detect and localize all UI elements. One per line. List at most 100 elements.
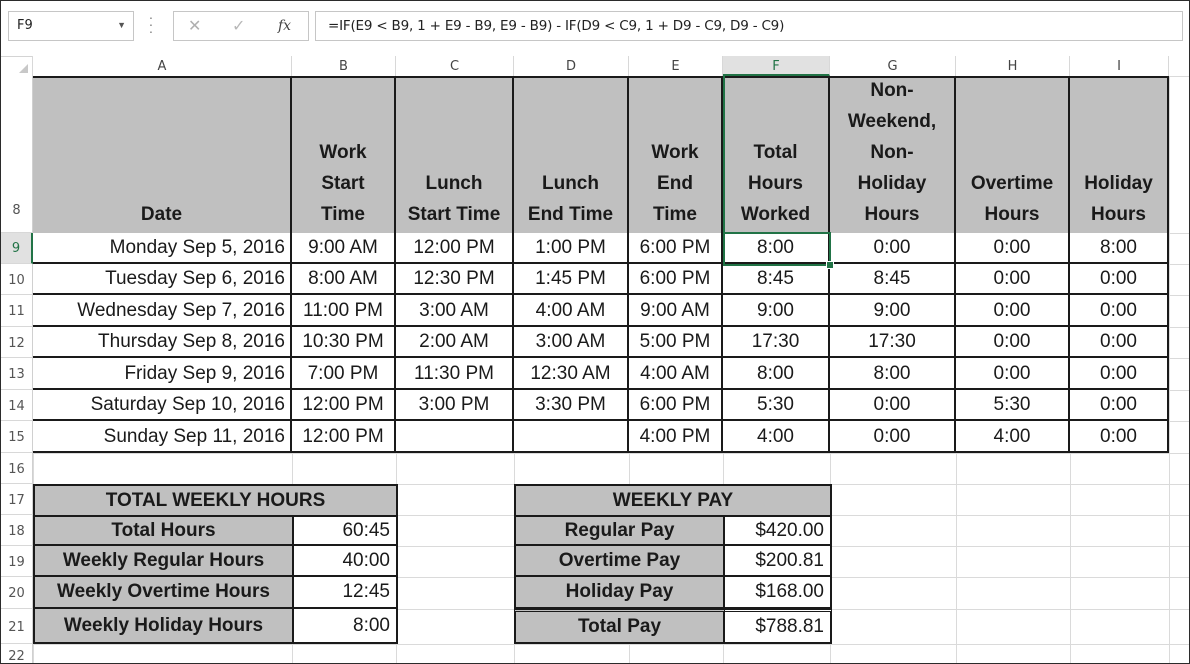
weekly-pay-value[interactable]: $200.81 [725, 546, 832, 577]
formula-input[interactable]: =IF(E9 < B9, 1 + E9 - B9, E9 - B9) - IF(… [315, 11, 1183, 41]
cell-regular-hours[interactable]: 8:00 [830, 358, 956, 390]
header-cell-lunch-end[interactable]: Lunch End Time [514, 76, 629, 235]
weekly-pay-title[interactable]: WEEKLY PAY [514, 484, 832, 517]
cell-overtime-hours[interactable]: 0:00 [956, 358, 1070, 390]
weekly-hours-label[interactable]: Weekly Holiday Hours [33, 609, 294, 644]
header-cell-regular-hours[interactable]: Non- Weekend, Non- Holiday Hours [830, 76, 956, 235]
header-cell-overtime-hours[interactable]: Overtime Hours [956, 76, 1070, 235]
weekly-hours-value[interactable]: 12:45 [294, 577, 398, 609]
weekly-pay-value[interactable]: $420.00 [725, 517, 832, 546]
cell-total-hours[interactable]: 8:45 [723, 264, 830, 295]
weekly-hours-label[interactable]: Total Hours [33, 517, 294, 546]
cell-date[interactable]: Tuesday Sep 6, 2016 [33, 264, 292, 295]
cell-holiday-hours[interactable]: 0:00 [1070, 421, 1169, 453]
enter-check-icon[interactable]: ✓ [232, 16, 245, 36]
column-header-a[interactable]: A [33, 56, 292, 76]
weekly-hours-value[interactable]: 60:45 [294, 517, 398, 546]
cell-lunch-start[interactable] [396, 421, 514, 453]
cell-work-end[interactable]: 4:00 PM [629, 421, 723, 453]
cell-date[interactable]: Friday Sep 9, 2016 [33, 358, 292, 390]
cell-total-hours[interactable]: 9:00 [723, 295, 830, 327]
cell-regular-hours[interactable]: 0:00 [830, 233, 956, 264]
cell-work-end[interactable]: 6:00 PM [629, 264, 723, 295]
cell-total-hours[interactable]: 5:30 [723, 390, 830, 421]
row-header-13[interactable]: 13 [1, 358, 33, 390]
cell-lunch-end[interactable]: 3:00 AM [514, 327, 629, 358]
cell-work-end[interactable]: 6:00 PM [629, 233, 723, 264]
weekly-hours-label[interactable]: Weekly Overtime Hours [33, 577, 294, 609]
weekly-pay-label[interactable]: Overtime Pay [514, 546, 725, 577]
row-header-16[interactable]: 16 [1, 453, 33, 484]
column-header-g[interactable]: G [830, 56, 956, 76]
cell-regular-hours[interactable]: 8:45 [830, 264, 956, 295]
cell-date[interactable]: Sunday Sep 11, 2016 [33, 421, 292, 453]
header-cell-work-end[interactable]: Work End Time [629, 76, 723, 235]
select-all-button[interactable] [1, 56, 33, 76]
cell-work-end[interactable]: 5:00 PM [629, 327, 723, 358]
cell-date[interactable]: Thursday Sep 8, 2016 [33, 327, 292, 358]
column-header-d[interactable]: D [514, 56, 629, 76]
column-header-i[interactable]: I [1070, 56, 1169, 76]
cell-regular-hours[interactable]: 9:00 [830, 295, 956, 327]
cell-work-start[interactable]: 12:00 PM [292, 421, 396, 453]
row-header-12[interactable]: 12 [1, 327, 33, 358]
cell-overtime-hours[interactable]: 5:30 [956, 390, 1070, 421]
cell-lunch-start[interactable]: 12:30 PM [396, 264, 514, 295]
cell-work-start[interactable]: 8:00 AM [292, 264, 396, 295]
weekly-pay-value[interactable]: $168.00 [725, 577, 832, 609]
row-header-19[interactable]: 19 [1, 546, 33, 577]
weekly-pay-label[interactable]: Regular Pay [514, 517, 725, 546]
header-cell-total-hours[interactable]: Total Hours Worked [723, 76, 830, 235]
cell-work-start[interactable]: 10:30 PM [292, 327, 396, 358]
cell-lunch-end[interactable]: 1:00 PM [514, 233, 629, 264]
cell-overtime-hours[interactable]: 0:00 [956, 233, 1070, 264]
row-header-21[interactable]: 21 [1, 609, 33, 644]
cell-lunch-end[interactable]: 4:00 AM [514, 295, 629, 327]
cell-work-end[interactable]: 4:00 AM [629, 358, 723, 390]
cell-lunch-start[interactable]: 2:00 AM [396, 327, 514, 358]
cell-work-start[interactable]: 9:00 AM [292, 233, 396, 264]
cell-lunch-end[interactable] [514, 421, 629, 453]
cell-regular-hours[interactable]: 0:00 [830, 421, 956, 453]
more-options-icon[interactable]: · · · [148, 10, 154, 38]
weekly-pay-label[interactable]: Total Pay [514, 609, 725, 644]
cell-work-end[interactable]: 9:00 AM [629, 295, 723, 327]
cell-total-hours[interactable]: 17:30 [723, 327, 830, 358]
row-header-18[interactable]: 18 [1, 515, 33, 546]
row-header-9[interactable]: 9 [1, 233, 33, 264]
cell-lunch-start[interactable]: 3:00 AM [396, 295, 514, 327]
cell-lunch-start[interactable]: 3:00 PM [396, 390, 514, 421]
cell-work-start[interactable]: 11:00 PM [292, 295, 396, 327]
row-header-15[interactable]: 15 [1, 421, 33, 453]
dropdown-arrow-icon[interactable]: ▼ [117, 20, 126, 30]
cell-total-hours[interactable]: 4:00 [723, 421, 830, 453]
cell-overtime-hours[interactable]: 0:00 [956, 295, 1070, 327]
cell-date[interactable]: Saturday Sep 10, 2016 [33, 390, 292, 421]
row-header-14[interactable]: 14 [1, 390, 33, 421]
row-header-22[interactable]: 22 [1, 644, 33, 663]
cell-overtime-hours[interactable]: 0:00 [956, 264, 1070, 295]
column-header-j[interactable] [1169, 56, 1189, 76]
weekly-hours-title[interactable]: TOTAL WEEKLY HOURS [33, 484, 398, 517]
cell-work-start[interactable]: 7:00 PM [292, 358, 396, 390]
insert-function-icon[interactable]: fx [278, 18, 291, 34]
row-header-20[interactable]: 20 [1, 577, 33, 609]
cell-total-hours[interactable]: 8:00 [723, 358, 830, 390]
cell-lunch-end[interactable]: 12:30 AM [514, 358, 629, 390]
column-header-b[interactable]: B [292, 56, 396, 76]
column-header-h[interactable]: H [956, 56, 1070, 76]
cell-lunch-end[interactable]: 1:45 PM [514, 264, 629, 295]
cell-holiday-hours[interactable]: 8:00 [1070, 233, 1169, 264]
cell-lunch-start[interactable]: 12:00 PM [396, 233, 514, 264]
cell-date[interactable]: Wednesday Sep 7, 2016 [33, 295, 292, 327]
cell-regular-hours[interactable]: 17:30 [830, 327, 956, 358]
weekly-pay-label[interactable]: Holiday Pay [514, 577, 725, 609]
cell-holiday-hours[interactable]: 0:00 [1070, 295, 1169, 327]
cell-holiday-hours[interactable]: 0:00 [1070, 264, 1169, 295]
row-header-11[interactable]: 11 [1, 295, 33, 327]
cell-lunch-end[interactable]: 3:30 PM [514, 390, 629, 421]
cell-holiday-hours[interactable]: 0:00 [1070, 390, 1169, 421]
fill-handle[interactable] [826, 261, 834, 269]
column-header-f[interactable]: F [723, 56, 830, 76]
row-header-17[interactable]: 17 [1, 484, 33, 515]
